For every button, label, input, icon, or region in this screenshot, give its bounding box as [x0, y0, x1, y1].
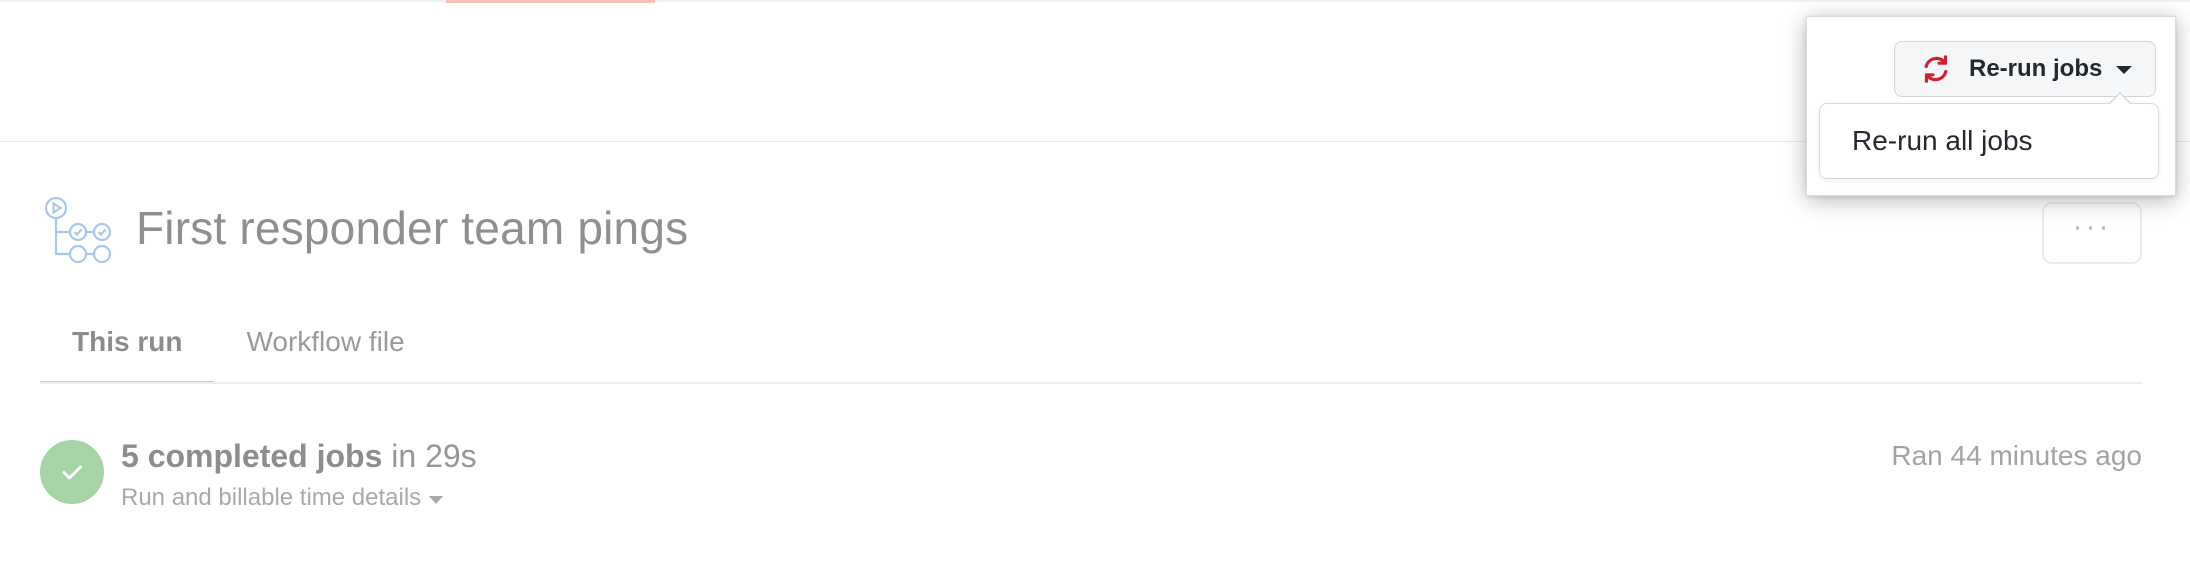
run-timestamp: Ran 44 minutes ago — [1891, 440, 2142, 471]
run-duration: in 29s — [391, 438, 477, 474]
run-title-row: First responder team pings — [40, 192, 688, 272]
rerun-jobs-button[interactable]: Re-run jobs — [1894, 41, 2156, 97]
triangle-down-icon — [2116, 66, 2133, 74]
check-icon — [62, 465, 82, 480]
more-options-button[interactable]: ··· — [2042, 202, 2142, 264]
workflow-run-page: First responder team pings ··· This run … — [0, 0, 2190, 562]
rerun-popover: Re-run jobs Re-run all jobs — [1806, 16, 2176, 196]
tab-this-run[interactable]: This run — [40, 300, 215, 384]
check-circle-icon — [40, 440, 104, 504]
top-border — [0, 0, 2190, 2]
billable-time-details-label: Run and billable time details — [121, 484, 422, 511]
run-tabs: This run Workflow file — [40, 300, 437, 384]
menu-item-rerun-all-jobs[interactable]: Re-run all jobs — [1820, 104, 2158, 178]
rerun-menu: Re-run all jobs — [1819, 92, 2159, 179]
tabs-divider — [40, 382, 2142, 384]
jobs-summary: 5 completed jobs in 29s — [121, 438, 477, 475]
sync-icon — [1924, 55, 1948, 83]
run-summary: 5 completed jobs in 29s Run and billable… — [40, 438, 2142, 518]
kebab-horizontal-icon: ··· — [2072, 210, 2112, 243]
rerun-jobs-label: Re-run jobs — [1969, 55, 2103, 82]
workflow-icon — [44, 196, 112, 264]
tab-workflow-file[interactable]: Workflow file — [214, 300, 436, 384]
page-title: First responder team pings — [136, 202, 689, 254]
triangle-down-icon — [429, 495, 444, 504]
billable-time-details-toggle[interactable]: Run and billable time details — [121, 484, 444, 512]
top-nav-active-indicator — [446, 0, 655, 3]
completed-jobs-count: 5 completed jobs — [121, 438, 383, 474]
